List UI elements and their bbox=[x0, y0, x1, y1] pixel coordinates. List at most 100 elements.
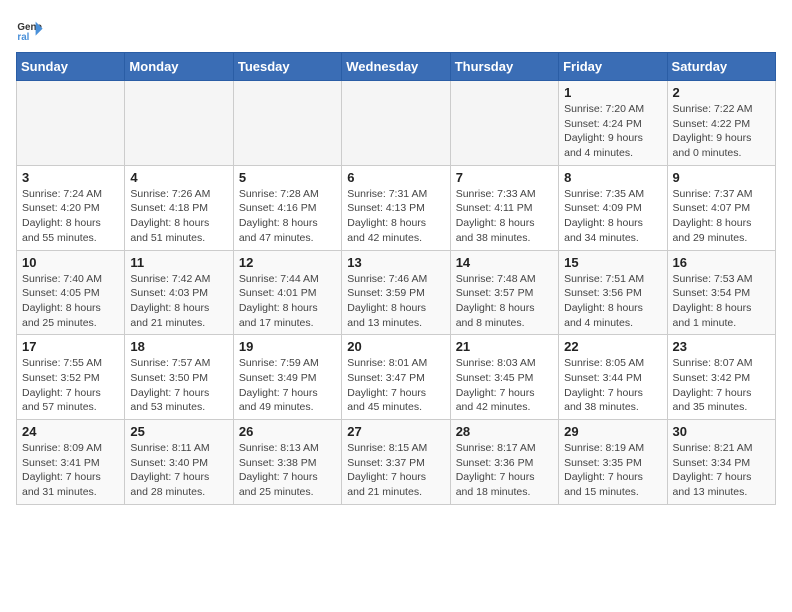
calendar-cell: 13Sunrise: 7:46 AM Sunset: 3:59 PM Dayli… bbox=[342, 250, 450, 335]
calendar-cell: 10 Sunrise: 7:40 AM Sunset: 4:05 PM Dayli… bbox=[17, 250, 125, 335]
day-number: 10 bbox=[22, 255, 119, 270]
calendar-cell: 2 Sunrise: 7:22 AM Sunset: 4:22 PM Daylig… bbox=[667, 81, 775, 166]
day-number: 23 bbox=[673, 339, 770, 354]
logo: Gene ral bbox=[16, 16, 48, 44]
calendar-cell: 3Sunrise: 7:24 AM Sunset: 4:20 PM Daylig… bbox=[17, 165, 125, 250]
day-info: Sunrise: 7:40 AM Sunset: 4:05 PM Dayligh… bbox=[22, 272, 119, 331]
day-info: Sunrise: 8:09 AM Sunset: 3:41 PM Dayligh… bbox=[22, 441, 119, 500]
day-number: 14 bbox=[456, 255, 553, 270]
day-info: Sunrise: 8:07 AM Sunset: 3:42 PM Dayligh… bbox=[673, 356, 770, 415]
day-info: Sunrise: 8:21 AM Sunset: 3:34 PM Dayligh… bbox=[673, 441, 770, 500]
calendar-cell bbox=[450, 81, 558, 166]
week-row-3: 10 Sunrise: 7:40 AM Sunset: 4:05 PM Dayli… bbox=[17, 250, 776, 335]
day-number: 22 bbox=[564, 339, 661, 354]
day-info: Sunrise: 7:35 AM Sunset: 4:09 PM Dayligh… bbox=[564, 187, 661, 246]
calendar-cell: 23 Sunrise: 8:07 AM Sunset: 3:42 PM Dayli… bbox=[667, 335, 775, 420]
header-wednesday: Wednesday bbox=[342, 53, 450, 81]
day-info: Sunrise: 7:37 AM Sunset: 4:07 PM Dayligh… bbox=[673, 187, 770, 246]
day-number: 3 bbox=[22, 170, 119, 185]
calendar-cell: 9 Sunrise: 7:37 AM Sunset: 4:07 PM Daylig… bbox=[667, 165, 775, 250]
day-info: Sunrise: 7:55 AM Sunset: 3:52 PM Dayligh… bbox=[22, 356, 119, 415]
calendar-cell: 25 Sunrise: 8:11 AM Sunset: 3:40 PM Dayli… bbox=[125, 420, 233, 505]
header-tuesday: Tuesday bbox=[233, 53, 341, 81]
day-info: Sunrise: 7:51 AM Sunset: 3:56 PM Dayligh… bbox=[564, 272, 661, 331]
day-info: Sunrise: 7:59 AM Sunset: 3:49 PM Dayligh… bbox=[239, 356, 336, 415]
day-number: 16 bbox=[673, 255, 770, 270]
calendar-cell: 22 Sunrise: 8:05 AM Sunset: 3:44 PM Dayli… bbox=[559, 335, 667, 420]
page-header: Gene ral bbox=[16, 16, 776, 44]
day-number: 25 bbox=[130, 424, 227, 439]
calendar-table: SundayMondayTuesdayWednesdayThursdayFrid… bbox=[16, 52, 776, 505]
logo-icon: Gene ral bbox=[16, 16, 44, 44]
day-number: 11 bbox=[130, 255, 227, 270]
day-number: 27 bbox=[347, 424, 444, 439]
day-info: Sunrise: 7:22 AM Sunset: 4:22 PM Dayligh… bbox=[673, 102, 770, 161]
day-info: Sunrise: 8:13 AM Sunset: 3:38 PM Dayligh… bbox=[239, 441, 336, 500]
day-number: 2 bbox=[673, 85, 770, 100]
calendar-cell: 21 Sunrise: 8:03 AM Sunset: 3:45 PM Dayli… bbox=[450, 335, 558, 420]
calendar-cell: 4 Sunrise: 7:26 AM Sunset: 4:18 PM Daylig… bbox=[125, 165, 233, 250]
day-number: 5 bbox=[239, 170, 336, 185]
calendar-cell: 14 Sunrise: 7:48 AM Sunset: 3:57 PM Dayli… bbox=[450, 250, 558, 335]
day-number: 7 bbox=[456, 170, 553, 185]
calendar-cell: 30 Sunrise: 8:21 AM Sunset: 3:34 PM Dayli… bbox=[667, 420, 775, 505]
day-number: 21 bbox=[456, 339, 553, 354]
calendar-cell: 1Sunrise: 7:20 AM Sunset: 4:24 PM Daylig… bbox=[559, 81, 667, 166]
day-number: 19 bbox=[239, 339, 336, 354]
day-number: 8 bbox=[564, 170, 661, 185]
calendar-cell bbox=[233, 81, 341, 166]
day-number: 9 bbox=[673, 170, 770, 185]
header-friday: Friday bbox=[559, 53, 667, 81]
day-info: Sunrise: 7:26 AM Sunset: 4:18 PM Dayligh… bbox=[130, 187, 227, 246]
week-row-2: 3Sunrise: 7:24 AM Sunset: 4:20 PM Daylig… bbox=[17, 165, 776, 250]
day-info: Sunrise: 7:33 AM Sunset: 4:11 PM Dayligh… bbox=[456, 187, 553, 246]
day-number: 12 bbox=[239, 255, 336, 270]
calendar-cell: 5 Sunrise: 7:28 AM Sunset: 4:16 PM Daylig… bbox=[233, 165, 341, 250]
day-info: Sunrise: 7:53 AM Sunset: 3:54 PM Dayligh… bbox=[673, 272, 770, 331]
week-row-5: 24 Sunrise: 8:09 AM Sunset: 3:41 PM Dayli… bbox=[17, 420, 776, 505]
calendar-cell bbox=[125, 81, 233, 166]
week-row-1: 1Sunrise: 7:20 AM Sunset: 4:24 PM Daylig… bbox=[17, 81, 776, 166]
day-number: 24 bbox=[22, 424, 119, 439]
calendar-cell bbox=[17, 81, 125, 166]
day-number: 26 bbox=[239, 424, 336, 439]
day-number: 28 bbox=[456, 424, 553, 439]
day-info: Sunrise: 8:05 AM Sunset: 3:44 PM Dayligh… bbox=[564, 356, 661, 415]
calendar-cell: 24 Sunrise: 8:09 AM Sunset: 3:41 PM Dayli… bbox=[17, 420, 125, 505]
calendar-cell: 7 Sunrise: 7:33 AM Sunset: 4:11 PM Daylig… bbox=[450, 165, 558, 250]
day-number: 20 bbox=[347, 339, 444, 354]
day-info: Sunrise: 8:15 AM Sunset: 3:37 PM Dayligh… bbox=[347, 441, 444, 500]
calendar-cell: 11 Sunrise: 7:42 AM Sunset: 4:03 PM Dayli… bbox=[125, 250, 233, 335]
day-info: Sunrise: 8:01 AM Sunset: 3:47 PM Dayligh… bbox=[347, 356, 444, 415]
calendar-cell: 28 Sunrise: 8:17 AM Sunset: 3:36 PM Dayli… bbox=[450, 420, 558, 505]
calendar-cell bbox=[342, 81, 450, 166]
day-number: 6 bbox=[347, 170, 444, 185]
day-info: Sunrise: 7:46 AM Sunset: 3:59 PM Dayligh… bbox=[347, 272, 444, 331]
calendar-cell: 18Sunrise: 7:57 AM Sunset: 3:50 PM Dayli… bbox=[125, 335, 233, 420]
day-info: Sunrise: 7:48 AM Sunset: 3:57 PM Dayligh… bbox=[456, 272, 553, 331]
calendar-cell: 26 Sunrise: 8:13 AM Sunset: 3:38 PM Dayli… bbox=[233, 420, 341, 505]
calendar-cell: 12Sunrise: 7:44 AM Sunset: 4:01 PM Dayli… bbox=[233, 250, 341, 335]
header-sunday: Sunday bbox=[17, 53, 125, 81]
day-info: Sunrise: 8:11 AM Sunset: 3:40 PM Dayligh… bbox=[130, 441, 227, 500]
calendar-cell: 27 Sunrise: 8:15 AM Sunset: 3:37 PM Dayli… bbox=[342, 420, 450, 505]
day-info: Sunrise: 8:17 AM Sunset: 3:36 PM Dayligh… bbox=[456, 441, 553, 500]
calendar-cell: 19 Sunrise: 7:59 AM Sunset: 3:49 PM Dayli… bbox=[233, 335, 341, 420]
day-info: Sunrise: 8:19 AM Sunset: 3:35 PM Dayligh… bbox=[564, 441, 661, 500]
calendar-cell: 16 Sunrise: 7:53 AM Sunset: 3:54 PM Dayli… bbox=[667, 250, 775, 335]
day-info: Sunrise: 7:28 AM Sunset: 4:16 PM Dayligh… bbox=[239, 187, 336, 246]
calendar-body: 1Sunrise: 7:20 AM Sunset: 4:24 PM Daylig… bbox=[17, 81, 776, 505]
calendar-cell: 29Sunrise: 8:19 AM Sunset: 3:35 PM Dayli… bbox=[559, 420, 667, 505]
day-info: Sunrise: 7:31 AM Sunset: 4:13 PM Dayligh… bbox=[347, 187, 444, 246]
day-number: 4 bbox=[130, 170, 227, 185]
day-number: 30 bbox=[673, 424, 770, 439]
calendar-cell: 15 Sunrise: 7:51 AM Sunset: 3:56 PM Dayli… bbox=[559, 250, 667, 335]
calendar-cell: 20 Sunrise: 8:01 AM Sunset: 3:47 PM Dayli… bbox=[342, 335, 450, 420]
day-info: Sunrise: 8:03 AM Sunset: 3:45 PM Dayligh… bbox=[456, 356, 553, 415]
day-info: Sunrise: 7:20 AM Sunset: 4:24 PM Dayligh… bbox=[564, 102, 661, 161]
week-row-4: 17Sunrise: 7:55 AM Sunset: 3:52 PM Dayli… bbox=[17, 335, 776, 420]
day-number: 15 bbox=[564, 255, 661, 270]
day-info: Sunrise: 7:57 AM Sunset: 3:50 PM Dayligh… bbox=[130, 356, 227, 415]
day-info: Sunrise: 7:42 AM Sunset: 4:03 PM Dayligh… bbox=[130, 272, 227, 331]
calendar-cell: 6 Sunrise: 7:31 AM Sunset: 4:13 PM Daylig… bbox=[342, 165, 450, 250]
